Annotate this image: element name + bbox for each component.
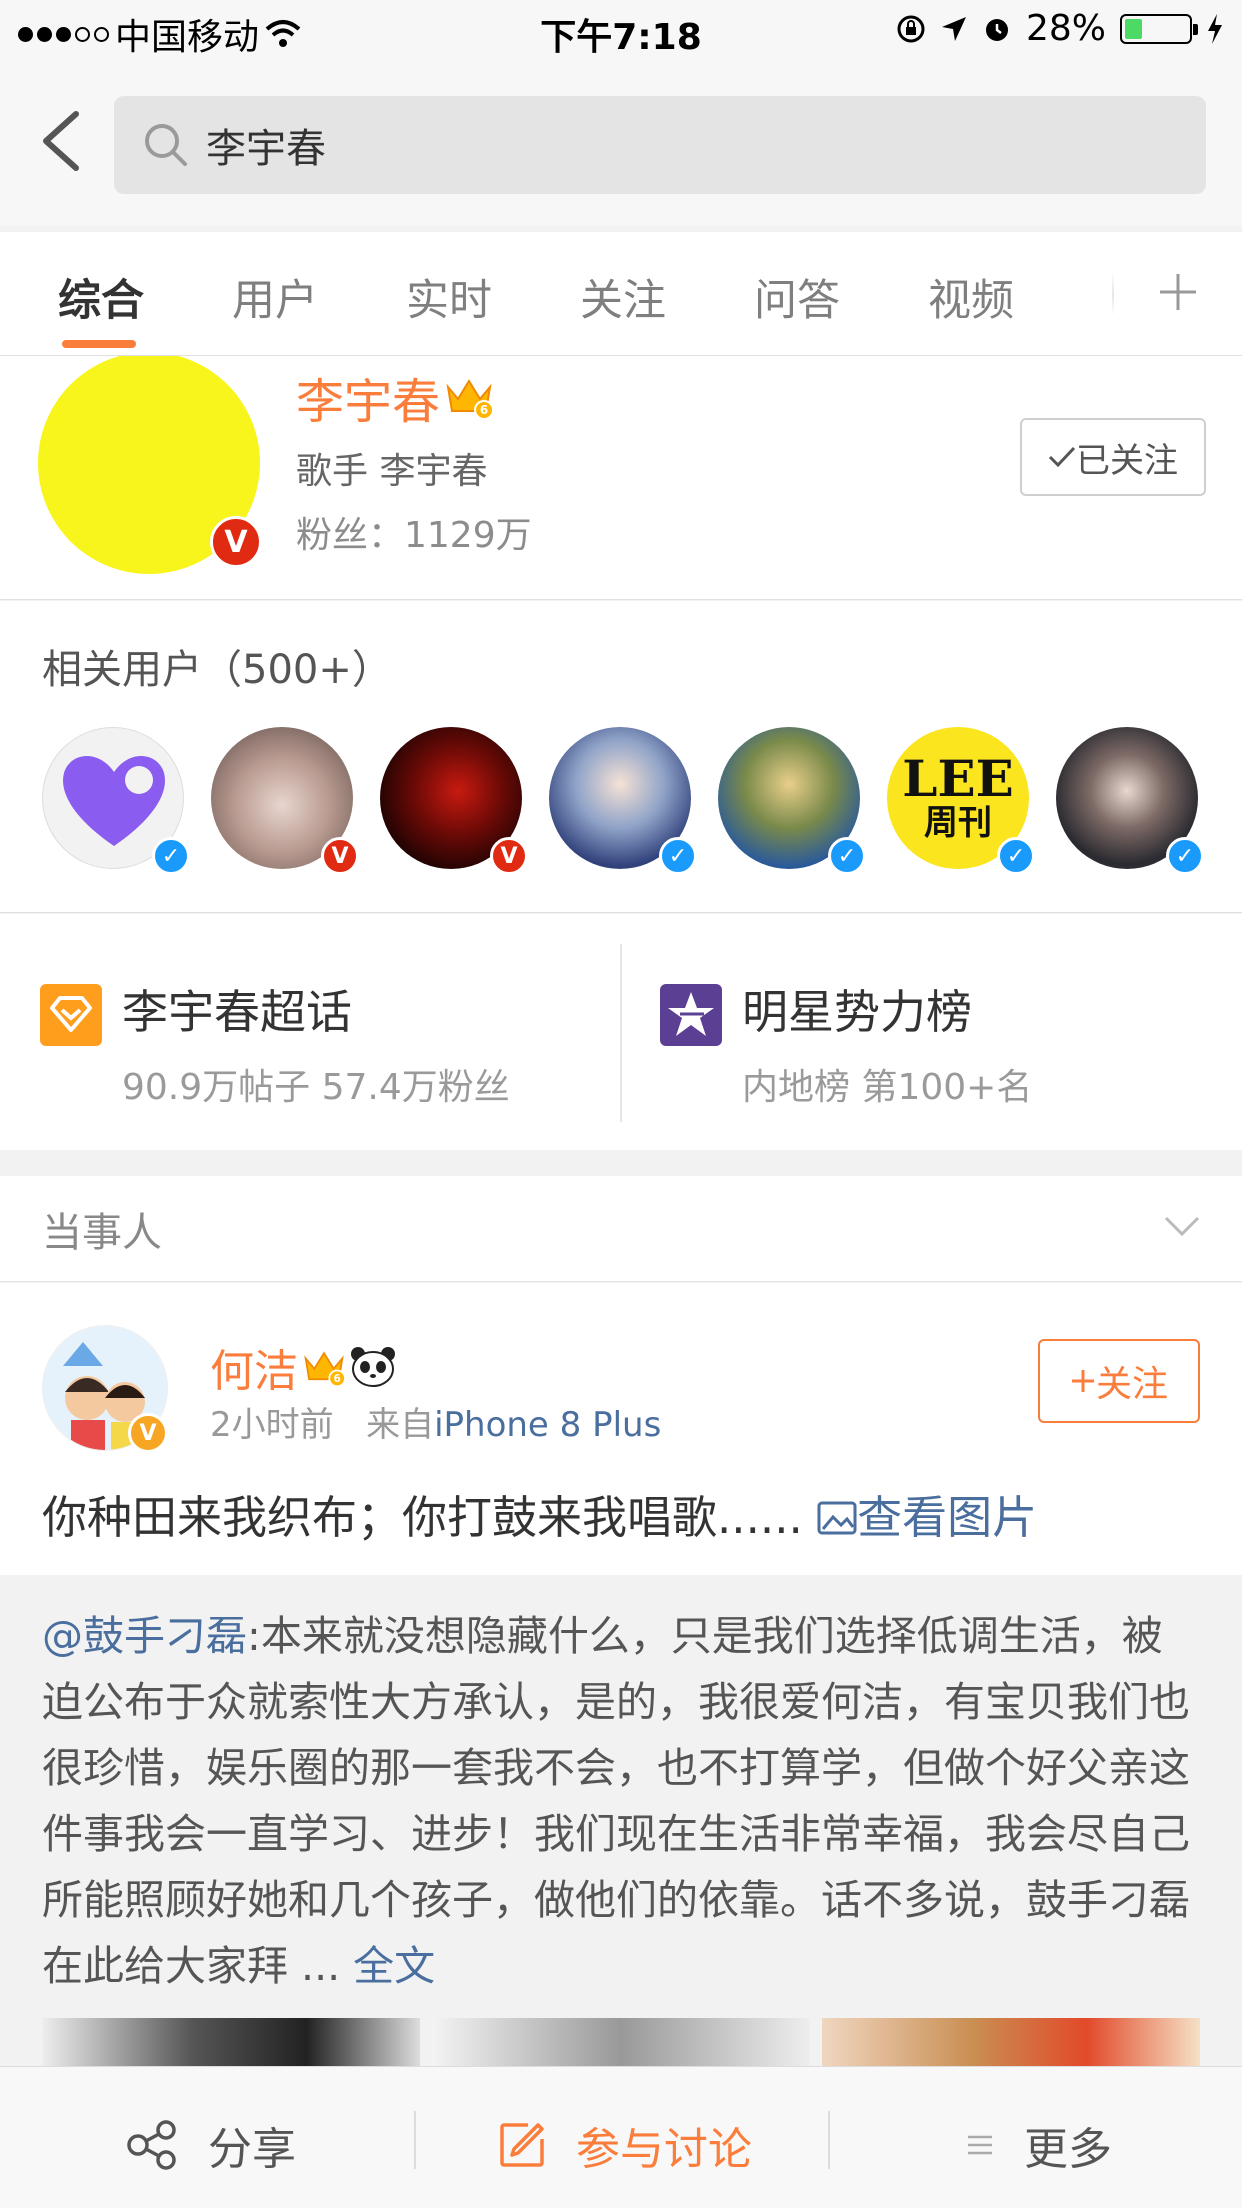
repost-text: @鼓手刁磊:本来就没想隐藏什么，只是我们选择低调生活，被迫公布于众就索性大方承认… [42,1603,1202,1999]
verified-badge: ✓ [828,837,866,875]
topic-title: 明星势力榜 [742,985,972,1039]
verified-badge: V [210,516,262,568]
bottom-action-bar: 分享 参与讨论 更多 [0,2066,1242,2208]
status-bar: 中国移动 下午7:18 28% [0,0,1242,62]
share-button[interactable]: 分享 [126,2113,296,2177]
profile-card[interactable]: V 李宇春 6 歌手 李宇春 粉丝：1129万 已关注 [0,356,1242,600]
panda-icon [351,1347,395,1387]
profile-description: 歌手 李宇春 [296,451,488,492]
battery-percent: 28% [1025,8,1106,49]
location-icon [941,16,966,41]
tab-users[interactable]: 用户 [232,266,318,328]
search-bar[interactable] [114,96,1206,194]
section-title: 当事人 [42,1210,162,1256]
tab-video[interactable]: 视频 [928,266,1014,328]
follow-label: 关注 [1095,1364,1168,1405]
charging-icon [1208,13,1222,44]
menu-icon [968,2135,992,2155]
active-tab-indicator [62,340,136,348]
verified-badge: V [490,837,528,875]
post-text: 你种田来我织布；你打鼓来我唱歌...... 查看图片 [42,1481,1037,1546]
view-pictures-link[interactable]: 查看图片 [817,1491,1037,1544]
follow-button[interactable]: 关注 [1038,1339,1200,1423]
star-icon [660,984,722,1046]
followed-button[interactable]: 已关注 [1020,418,1206,496]
divider [620,944,622,1122]
related-users-section: 相关用户（500+） ✓ V V ✓ ✓ LEE 周刊 ✓ ✓ [0,601,1242,913]
tab-following[interactable]: 关注 [580,266,666,328]
topics-row: 李宇春超话 90.9万帖子 57.4万粉丝 明星势力榜 内地榜 第100+名 [0,914,1242,1150]
post-meta: 2小时前 来自iPhone 8 Plus [210,1397,661,1446]
post-card[interactable]: V 何洁 6 2小时前 来自iPhone 8 Plus 关注 你种田来我织布；你… [0,1283,1242,2075]
check-icon [1048,446,1076,468]
tab-realtime[interactable]: 实时 [406,266,492,328]
diamond-icon [40,984,102,1046]
battery-icon [1120,13,1198,44]
share-icon [127,2120,176,2170]
image-icon [817,1501,857,1535]
more-label: 更多 [1024,2124,1112,2175]
share-label: 分享 [208,2124,296,2175]
discuss-button[interactable]: 参与讨论 [498,2113,752,2177]
profile-name[interactable]: 李宇春 [296,362,440,432]
status-right: 28% [896,8,1224,49]
post-time: 2小时前 [210,1405,334,1445]
verified-badge: V [128,1413,168,1453]
post-source[interactable]: iPhone 8 Plus [434,1405,661,1445]
search-icon [145,124,187,166]
divider [414,2111,416,2169]
tab-separator [1112,272,1114,316]
discuss-label: 参与讨论 [576,2124,752,2175]
followed-label: 已关注 [1076,440,1178,481]
crown-icon: 6 [446,379,495,420]
verified-badge: ✓ [659,837,697,875]
search-header [0,62,1242,226]
repost-body: :本来就没想隐藏什么，只是我们选择低调生活，被迫公布于众就索性大方承认，是的，我… [42,1612,1190,1990]
add-tab-icon[interactable] [1156,270,1200,314]
svg-text:6: 6 [480,403,488,417]
svg-text:6: 6 [333,1373,340,1385]
topic-stats: 90.9万帖子 57.4万粉丝 [122,1067,510,1108]
tab-bar: 综合 用户 实时 关注 问答 视频 [0,232,1242,356]
search-input[interactable] [206,122,1106,168]
crown-icon: 6 [304,1351,346,1388]
more-button[interactable]: 更多 [966,2113,1112,2177]
post-author-name[interactable]: 何洁 [210,1335,298,1399]
mention-link[interactable]: @鼓手刁磊 [42,1612,247,1660]
compose-icon [500,2123,544,2167]
post-from-prefix: 来自 [366,1405,435,1445]
profile-name-row[interactable]: 李宇春 6 [296,362,495,432]
repost-block[interactable]: @鼓手刁磊:本来就没想隐藏什么，只是我们选择低调生活，被迫公布于众就索性大方承认… [0,1575,1242,2075]
full-text-link[interactable]: 全文 [353,1942,435,1990]
section-header[interactable]: 当事人 [0,1176,1242,1282]
verified-badge: ✓ [1166,837,1204,875]
back-icon[interactable] [32,106,92,176]
verified-badge: ✓ [152,837,190,875]
verified-badge: V [321,837,359,875]
tab-comprehensive[interactable]: 综合 [58,266,144,328]
topic-stats: 内地榜 第100+名 [742,1067,1033,1108]
post-body: 你种田来我织布；你打鼓来我唱歌...... [42,1491,803,1544]
chevron-down-icon[interactable] [1162,1206,1202,1246]
post-author-row[interactable]: 何洁 6 [210,1335,396,1399]
alarm-icon [985,18,1008,41]
orientation-lock-icon [897,15,925,42]
related-users-title: 相关用户（500+） [42,647,392,693]
verified-badge: ✓ [997,837,1035,875]
plus-icon [1071,1370,1094,1392]
topic-title: 李宇春超话 [122,985,352,1039]
tab-qa[interactable]: 问答 [754,266,840,328]
divider [828,2111,830,2169]
profile-fans: 粉丝：1129万 [296,515,532,556]
